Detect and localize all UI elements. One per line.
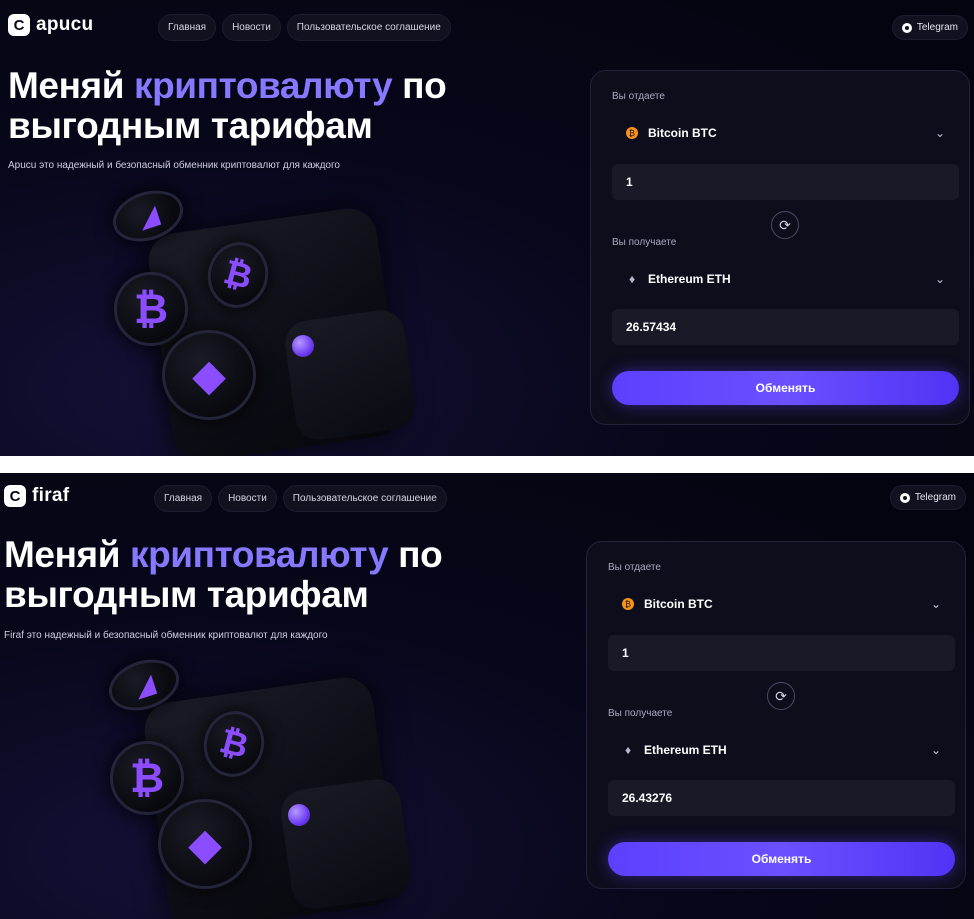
give-amount-input[interactable] bbox=[612, 164, 959, 200]
give-label: Вы отдаете bbox=[612, 91, 665, 102]
nav-news[interactable]: Новости bbox=[218, 485, 277, 512]
site-logo[interactable]: C firaf bbox=[4, 485, 69, 507]
chevron-down-icon: ⌄ bbox=[934, 126, 945, 140]
receive-currency-select[interactable]: ♦ Ethereum ETH ⌄ bbox=[608, 733, 955, 767]
hero-subtitle: Apucu это надежный и безопасный обменник… bbox=[8, 160, 340, 171]
bitcoin-coin-icon: ₿ bbox=[114, 272, 188, 346]
wallet-clasp bbox=[288, 804, 310, 826]
chevron-down-icon: ⌄ bbox=[934, 272, 945, 286]
swap-icon: ⟳ bbox=[779, 216, 791, 233]
chevron-down-icon: ⌄ bbox=[930, 597, 941, 611]
receive-currency-value: Ethereum ETH bbox=[644, 743, 727, 757]
give-currency-select[interactable]: ₿ Bitcoin BTC ⌄ bbox=[612, 116, 959, 150]
screenshot-panel-firaf: C firaf Главная Новости Пользовательское… bbox=[0, 473, 974, 919]
telegram-button[interactable]: Telegram bbox=[891, 15, 968, 40]
nav-user-agreement[interactable]: Пользовательское соглашение bbox=[282, 485, 447, 512]
bitcoin-icon: ₿ bbox=[622, 598, 634, 610]
give-label: Вы отдаете bbox=[608, 562, 661, 573]
telegram-icon bbox=[899, 492, 910, 503]
hero-title-pre: Меняй bbox=[8, 65, 134, 106]
nav-news[interactable]: Новости bbox=[222, 14, 281, 41]
bitcoin-coin-icon: ₿ bbox=[110, 741, 184, 815]
wallet-flap bbox=[278, 776, 414, 912]
main-nav: Главная Новости Пользовательское соглаше… bbox=[158, 14, 451, 41]
exchange-submit-button[interactable]: Обменять bbox=[612, 371, 959, 405]
bitcoin-icon: ₿ bbox=[626, 127, 638, 139]
telegram-button[interactable]: Telegram bbox=[889, 485, 966, 510]
logo-mark-icon: C bbox=[4, 485, 26, 507]
give-currency-value: Bitcoin BTC bbox=[648, 126, 717, 140]
ethereum-icon: ♦ bbox=[624, 743, 632, 757]
give-currency-select[interactable]: ₿ Bitcoin BTC ⌄ bbox=[608, 587, 955, 621]
receive-amount-input[interactable] bbox=[612, 309, 959, 345]
hero-title-accent: криптовалюту bbox=[129, 534, 389, 575]
exchange-submit-button[interactable]: Обменять bbox=[608, 842, 955, 876]
receive-label: Вы получаете bbox=[612, 237, 677, 248]
wallet-flap bbox=[282, 307, 418, 443]
screenshot-panel-apucu: C apucu Главная Новости Пользовательское… bbox=[0, 0, 974, 456]
hero-title: Меняй криптовалюту по выгодным тарифам bbox=[8, 66, 528, 146]
ethereum-icon: ♦ bbox=[628, 272, 636, 286]
main-nav: Главная Новости Пользовательское соглаше… bbox=[154, 485, 447, 512]
hero-title-pre: Меняй bbox=[4, 534, 130, 575]
exchange-card: Вы отдаете ₿ Bitcoin BTC ⌄ ⟳ Вы получает… bbox=[586, 541, 966, 889]
wallet-illustration: ◢ ₿ ₿ ◆ bbox=[86, 649, 426, 919]
telegram-icon bbox=[901, 22, 912, 33]
receive-currency-value: Ethereum ETH bbox=[648, 272, 731, 286]
brand-name: firaf bbox=[32, 485, 70, 506]
receive-currency-select[interactable]: ♦ Ethereum ETH ⌄ bbox=[612, 262, 959, 296]
give-amount-input[interactable] bbox=[608, 635, 955, 671]
telegram-label: Telegram bbox=[914, 492, 956, 503]
chevron-down-icon: ⌄ bbox=[930, 743, 941, 757]
nav-home[interactable]: Главная bbox=[154, 485, 213, 512]
hero-title: Меняй криптовалюту по выгодным тарифам bbox=[4, 535, 524, 615]
swap-button[interactable]: ⟳ bbox=[771, 211, 799, 239]
ethereum-coin-icon: ◆ bbox=[158, 799, 252, 889]
wallet-clasp bbox=[292, 335, 314, 357]
exchange-card: Вы отдаете ₿ Bitcoin BTC ⌄ ⟳ Вы получает… bbox=[590, 70, 970, 425]
hero-subtitle: Firaf это надежный и безопасный обменник… bbox=[4, 630, 328, 641]
swap-button[interactable]: ⟳ bbox=[767, 682, 795, 710]
hero-title-accent: криптовалюту bbox=[133, 65, 393, 106]
brand-name: apucu bbox=[36, 14, 94, 35]
logo-mark-icon: C bbox=[8, 14, 30, 36]
give-currency-value: Bitcoin BTC bbox=[644, 597, 713, 611]
site-logo[interactable]: C apucu bbox=[8, 14, 93, 36]
receive-amount-input[interactable] bbox=[608, 780, 955, 816]
wallet-illustration: ◢ ₿ ₿ ◆ bbox=[90, 180, 430, 456]
telegram-label: Telegram bbox=[916, 22, 958, 33]
ethereum-coin-icon: ◆ bbox=[162, 330, 256, 420]
swap-icon: ⟳ bbox=[775, 687, 787, 704]
nav-home[interactable]: Главная bbox=[158, 14, 217, 41]
nav-user-agreement[interactable]: Пользовательское соглашение bbox=[286, 14, 451, 41]
receive-label: Вы получаете bbox=[608, 708, 673, 719]
